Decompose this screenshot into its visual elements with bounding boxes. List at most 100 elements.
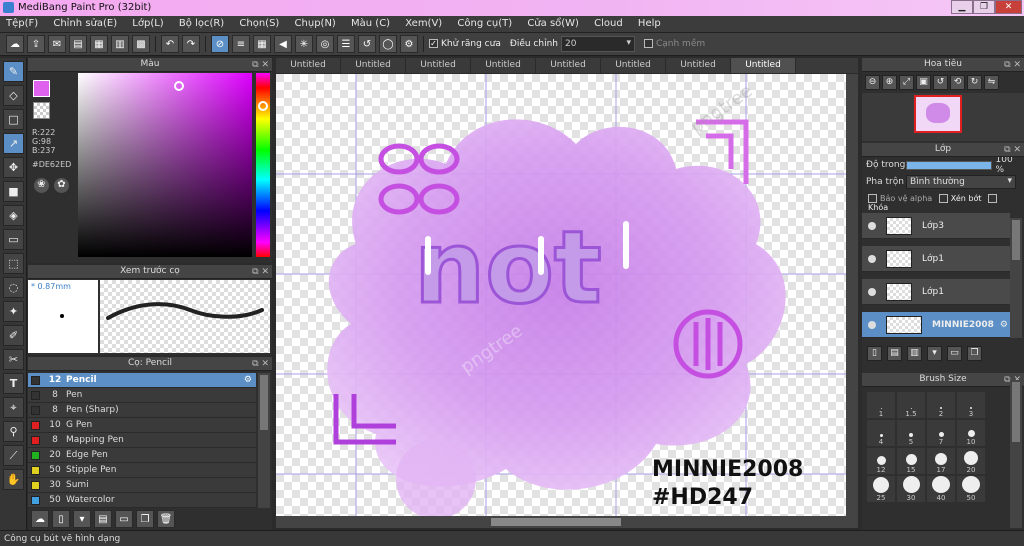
shape-brush-tool-icon[interactable]: ↗ <box>3 133 24 154</box>
magic-wand-tool-icon[interactable]: ✦ <box>3 301 24 322</box>
canvas-vertical-scrollbar[interactable] <box>846 74 858 516</box>
zoom-in-icon[interactable]: ⊕ <box>882 75 897 90</box>
new-halftone-layer-icon[interactable]: ▤ <box>887 346 902 361</box>
soft-edge-checkbox[interactable]: Cạnh mềm <box>643 39 705 49</box>
clip-checkbox[interactable]: Xén bớt <box>938 194 982 203</box>
brush-size-cell[interactable]: 30 <box>897 476 925 502</box>
tab-untitled[interactable]: Untitled <box>341 58 406 73</box>
tab-untitled[interactable]: Untitled <box>276 58 341 73</box>
tab-untitled[interactable]: Untitled <box>406 58 471 73</box>
brush-item[interactable]: 20 Edge Pen <box>28 448 256 463</box>
menu-edit[interactable]: Chỉnh sửa(E) <box>47 16 123 29</box>
picker-cursor[interactable] <box>174 81 184 91</box>
grid-pages-icon[interactable]: ▩ <box>132 35 150 53</box>
brush-size-cell[interactable]: 3 <box>957 392 985 418</box>
flip-icon[interactable]: ⇋ <box>984 75 999 90</box>
eyedropper-tool-icon[interactable]: ⚲ <box>3 421 24 442</box>
cycle-icon[interactable]: ↺ <box>358 35 376 53</box>
rotate-left-icon[interactable]: ↺ <box>933 75 948 90</box>
tab-untitled[interactable]: Untitled <box>601 58 666 73</box>
tab-untitled[interactable]: Untitled <box>471 58 536 73</box>
gear-icon[interactable]: ⚙ <box>400 35 418 53</box>
menu-cloud[interactable]: Cloud <box>588 16 629 29</box>
bucket-tool-icon[interactable]: ◈ <box>3 205 24 226</box>
grid-snap-icon[interactable]: ▦ <box>253 35 271 53</box>
menu-view[interactable]: Xem(V) <box>399 16 448 29</box>
trash-icon[interactable]: 🗑 <box>157 510 175 528</box>
eye-icon[interactable] <box>868 254 876 263</box>
hue-slider[interactable] <box>256 73 270 257</box>
palette-icon[interactable]: ❀ <box>34 178 49 193</box>
tab-untitled[interactable]: Untitled <box>666 58 731 73</box>
panel-popout-icon[interactable]: ⧉ ✕ <box>252 266 269 279</box>
rect-tool-icon[interactable]: □ <box>3 109 24 130</box>
move-tool-icon[interactable]: ✥ <box>3 157 24 178</box>
menu-help[interactable]: Help <box>632 16 667 29</box>
protect-alpha-checkbox[interactable]: Bảo vệ alpha <box>868 194 932 203</box>
brush-size-cell[interactable]: 50 <box>957 476 985 502</box>
pages-icon[interactable]: ▥ <box>111 35 129 53</box>
panel-popout-icon[interactable]: ⧉ ✕ <box>1004 144 1021 157</box>
scroll-thumb[interactable] <box>1012 382 1020 442</box>
brush-size-cell[interactable]: 20 <box>957 448 985 474</box>
brush-item[interactable]: 12 Pencil ⚙ <box>28 373 256 388</box>
cloud-icon[interactable]: ☁ <box>6 35 24 53</box>
divide-tool-icon[interactable]: ⟋ <box>3 445 24 466</box>
menu-color[interactable]: Màu (C) <box>345 16 396 29</box>
share-icon[interactable]: ⇪ <box>27 35 45 53</box>
close-button[interactable]: ✕ <box>995 0 1022 14</box>
chat-icon[interactable]: ▤ <box>69 35 87 53</box>
add-brush-icon[interactable]: ▾ <box>73 510 91 528</box>
fit-icon[interactable]: ⤢ <box>899 75 914 90</box>
menu-window[interactable]: Cửa sổ(W) <box>521 16 585 29</box>
brush-settings-icon[interactable]: ▤ <box>94 510 112 528</box>
brush-tool-icon[interactable]: ✎ <box>3 61 24 82</box>
scroll-thumb[interactable] <box>1012 220 1020 260</box>
new-8bit-layer-icon[interactable]: ▥ <box>907 346 922 361</box>
brush-size-scrollbar[interactable] <box>1010 380 1022 528</box>
select-pen-tool-icon[interactable]: ✐ <box>3 325 24 346</box>
lasso-tool-icon[interactable]: ◌ <box>3 277 24 298</box>
folder-icon[interactable]: ▭ <box>115 510 133 528</box>
navigator-preview[interactable] <box>862 93 1024 141</box>
circle-snap-icon[interactable]: ◯ <box>379 35 397 53</box>
perspective-icon[interactable]: ◀ <box>274 35 292 53</box>
panel-popout-icon[interactable]: ⧉ ✕ <box>252 358 269 371</box>
panel-popout-icon[interactable]: ⧉ ✕ <box>1004 59 1021 72</box>
brush-size-cell[interactable]: 15 <box>897 448 925 474</box>
brush-size-cell[interactable]: 4 <box>867 420 895 446</box>
brush-size-cell[interactable]: 25 <box>867 476 895 502</box>
brush-size-cell[interactable]: 1 <box>867 392 895 418</box>
new-brush-icon[interactable]: ▯ <box>52 510 70 528</box>
page-icon[interactable]: ▦ <box>90 35 108 53</box>
brush-size-cell[interactable]: 1.5 <box>897 392 925 418</box>
rotate-right-icon[interactable]: ↻ <box>967 75 982 90</box>
gear-icon[interactable]: ⚙ <box>1000 320 1008 330</box>
brush-item[interactable]: 50 Watercolor <box>28 493 256 508</box>
brush-item[interactable]: 8 Pen <box>28 388 256 403</box>
reset-rotate-icon[interactable]: ⟲ <box>950 75 965 90</box>
folder-icon[interactable]: ▭ <box>947 346 962 361</box>
tab-untitled-active[interactable]: Untitled <box>731 58 796 73</box>
panel-popout-icon[interactable]: ⧉ ✕ <box>252 59 269 72</box>
fill-rect-tool-icon[interactable]: ■ <box>3 181 24 202</box>
saturation-value-picker[interactable] <box>78 73 252 257</box>
gear-icon[interactable]: ⚙ <box>244 375 252 385</box>
menu-capture[interactable]: Chụp(N) <box>289 16 342 29</box>
text-tool-icon[interactable]: T <box>3 373 24 394</box>
hue-cursor[interactable] <box>258 101 268 111</box>
brush-size-cell[interactable]: 40 <box>927 476 955 502</box>
redo-icon[interactable]: ↷ <box>182 35 200 53</box>
minimize-button[interactable]: ▁ <box>951 0 973 14</box>
zoom-out-icon[interactable]: ⊖ <box>865 75 880 90</box>
menu-layer[interactable]: Lớp(L) <box>126 16 169 29</box>
brush-size-cell[interactable]: 7 <box>927 420 955 446</box>
canvas-area[interactable]: not MINNIE2008 #HD247 pngtree pngtree <box>276 74 858 516</box>
background-color-swatch[interactable] <box>33 102 50 119</box>
antialias-checkbox[interactable]: ✓ Khử răng cưa <box>429 39 501 49</box>
comment-icon[interactable]: ✉ <box>48 35 66 53</box>
opacity-slider[interactable] <box>905 160 992 170</box>
brush-item[interactable]: 8 Pen (Sharp) <box>28 403 256 418</box>
add-layer-dropdown-icon[interactable]: ▾ <box>927 346 942 361</box>
new-layer-icon[interactable]: ▯ <box>867 346 882 361</box>
